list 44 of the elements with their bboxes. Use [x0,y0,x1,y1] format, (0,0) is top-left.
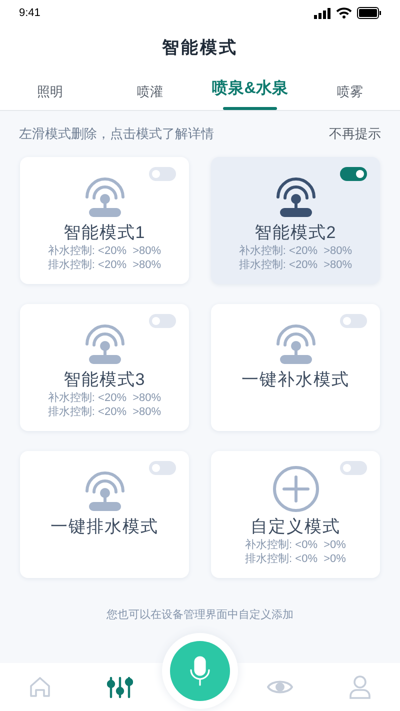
control-range: 补水控制: <0% >0% [245,538,346,552]
control-range: 排水控制: <0% >0% [245,552,346,566]
mode-card[interactable]: 一键补水模式 [211,304,380,431]
mode-name: 一键排水模式 [50,516,158,538]
control-range: 排水控制: <20% >80% [48,405,162,419]
hint-text: 左滑模式删除，点击模式了解详情 [19,125,214,144]
mode-card[interactable]: 智能模式1 补水控制: <20% >80% 排水控制: <20% >80% [20,157,189,284]
control-range: 排水控制: <20% >80% [48,258,162,272]
mode-name: 智能模式3 [63,369,146,391]
category-tab[interactable]: 喷灌 [137,82,163,107]
control-range: 排水控制: <20% >80% [238,258,352,272]
toggle-switch[interactable] [149,167,176,181]
home-icon[interactable] [28,675,52,699]
mode-name: 自定义模式 [250,516,340,538]
wifi-icon [336,7,352,19]
toggle-switch[interactable] [149,314,176,328]
signal-icon [314,8,331,18]
mode-name: 智能模式2 [254,222,337,244]
mode-card[interactable]: 自定义模式 补水控制: <0% >0% 排水控制: <0% >0% [211,451,380,578]
toggle-switch[interactable] [340,314,367,328]
mode-card[interactable]: 智能模式2 补水控制: <20% >80% 排水控制: <20% >80% [211,157,380,284]
control-range: 补水控制: <20% >80% [238,244,352,258]
toggle-switch[interactable] [340,167,367,181]
user-icon[interactable] [349,675,371,699]
toggle-switch[interactable] [340,461,367,475]
category-tab[interactable]: 喷泉&水泉 [212,77,288,107]
toggle-switch[interactable] [149,461,176,475]
category-tab[interactable]: 照明 [37,82,63,107]
category-tab[interactable]: 喷雾 [337,82,363,107]
battery-icon [357,7,381,19]
footer-note: 您也可以在设备管理界面中自定义添加 [106,608,294,623]
microphone-icon [189,656,211,686]
control-range: 补水控制: <20% >80% [48,391,162,405]
mode-card[interactable]: 智能模式3 补水控制: <20% >80% 排水控制: <20% >80% [20,304,189,431]
control-range: 补水控制: <20% >80% [48,244,162,258]
microphone-button[interactable] [170,641,230,701]
dismiss-hint-link[interactable]: 不再提示 [329,124,381,144]
page-title: 智能模式 [162,37,238,60]
mode-name: 智能模式1 [63,222,146,244]
mode-card[interactable]: 一键排水模式 [20,451,189,578]
status-time: 9:41 [19,6,40,21]
mode-name: 一键补水模式 [242,369,350,391]
plus-icon [272,465,320,513]
sliders-icon[interactable] [107,675,133,699]
